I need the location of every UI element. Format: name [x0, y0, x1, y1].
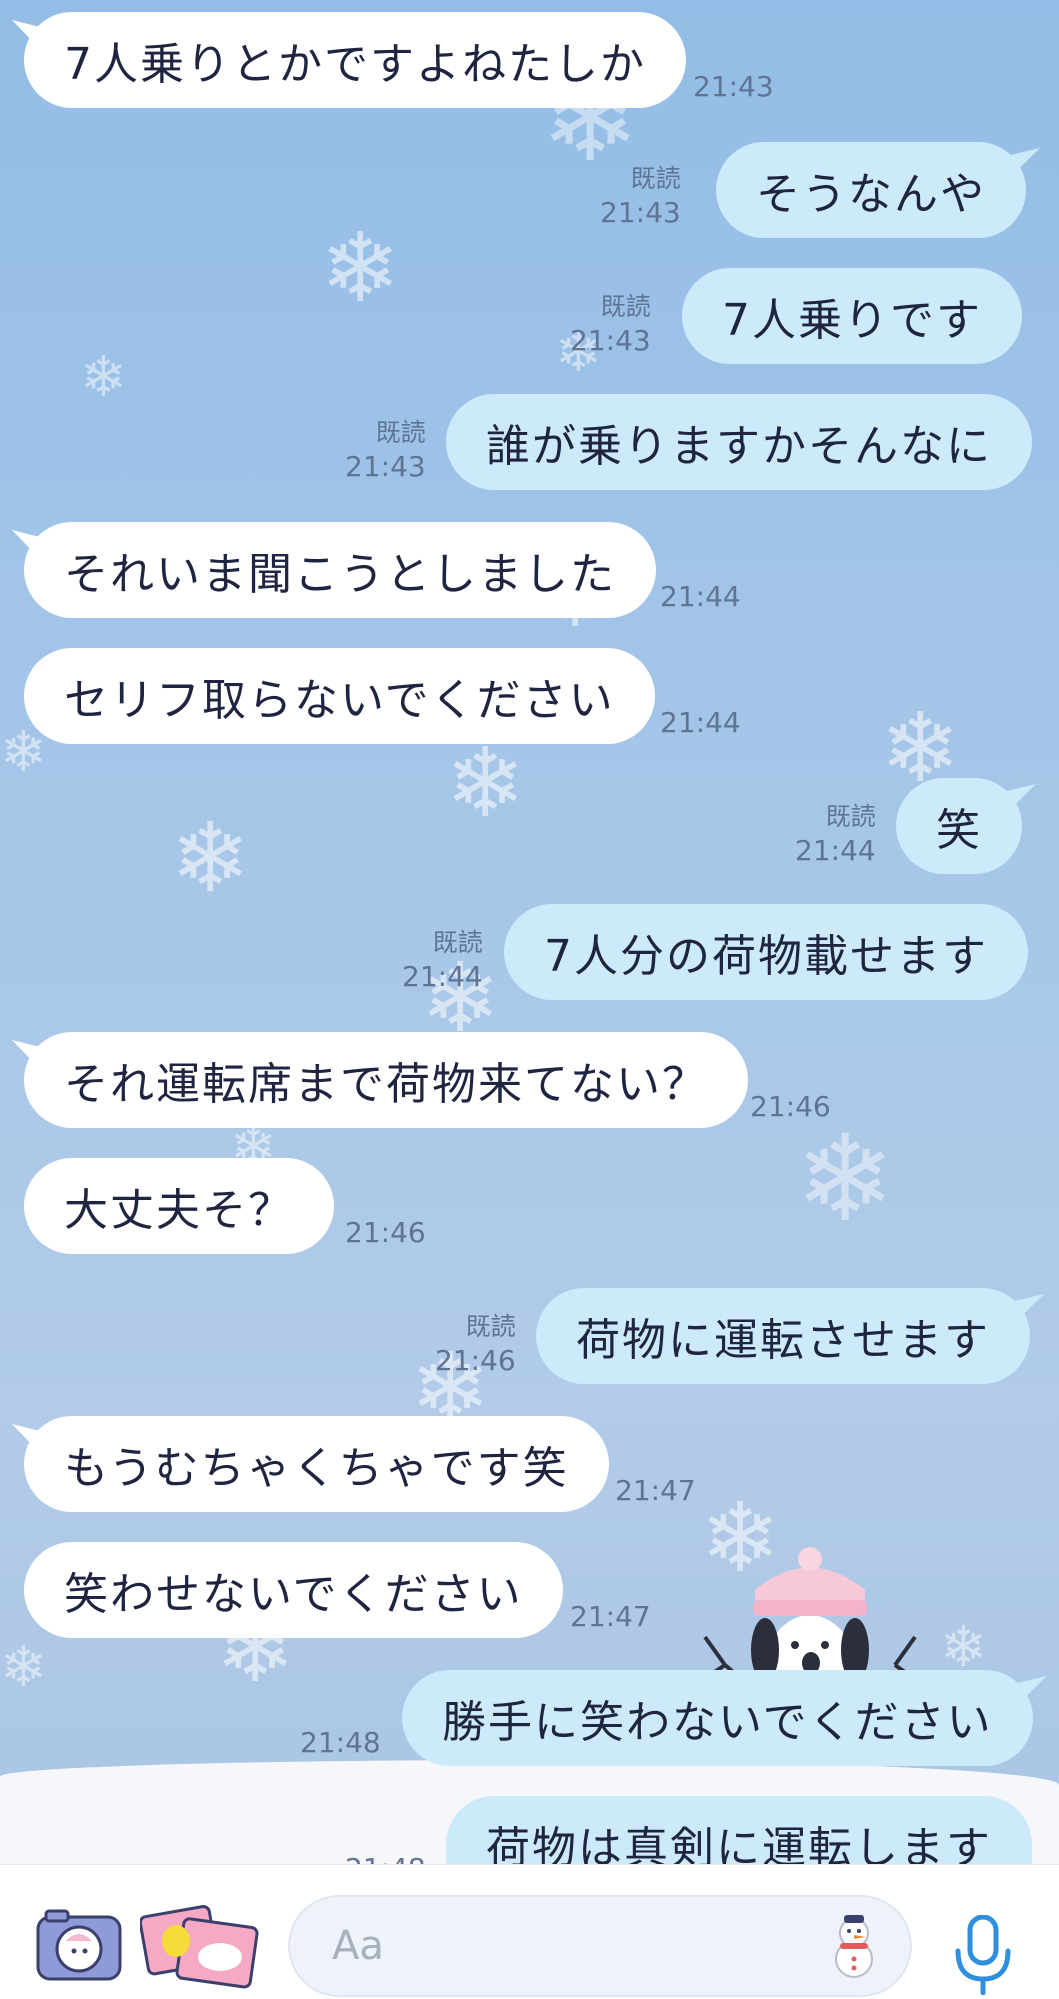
message-time: 21:43	[600, 196, 681, 229]
read-receipt: 既読	[825, 802, 876, 831]
snowflake-decoration: ❄	[170, 802, 251, 914]
message-text: 荷物に運転させます	[576, 1315, 990, 1366]
read-receipt: 既読	[600, 292, 651, 321]
snowman-emoji-icon[interactable]	[826, 1913, 882, 1979]
outgoing-message[interactable]: そうなんや	[716, 142, 1026, 238]
read-receipt: 既読	[432, 928, 483, 957]
message-meta: 21:44	[660, 580, 741, 614]
camera-icon[interactable]	[36, 1909, 122, 1981]
message-meta: 21:48	[300, 1726, 381, 1760]
snowflake-decoration: ❄	[445, 727, 526, 839]
message-text: 7人分の荷物載せます	[544, 931, 988, 982]
outgoing-message[interactable]: 誰が乗りますかそんなに	[446, 394, 1032, 490]
message-time: 21:44	[660, 706, 741, 739]
message-meta: 21:48	[345, 1852, 426, 1864]
incoming-message[interactable]: 大丈夫そ？	[24, 1158, 334, 1254]
message-time: 21:48	[345, 1852, 426, 1864]
message-meta: 21:46	[345, 1216, 426, 1250]
message-text: もうむちゃくちゃです笑	[64, 1443, 569, 1494]
snowflake-decoration: ❄	[0, 1635, 47, 1700]
outgoing-message[interactable]: 笑	[896, 778, 1022, 874]
incoming-message[interactable]: それ運転席まで荷物来てない？	[24, 1032, 748, 1128]
message-time: 21:44	[660, 580, 741, 613]
message-meta: 21:47	[615, 1474, 696, 1508]
message-text: そうなんや	[756, 169, 986, 220]
message-meta: 既読 21:44	[795, 800, 876, 868]
incoming-message[interactable]: 7人乗りとかですよねたしか	[24, 12, 686, 108]
message-time: 21:46	[435, 1344, 516, 1377]
message-text: 笑わせないでください	[64, 1569, 523, 1620]
read-receipt: 既読	[375, 418, 426, 447]
message-time: 21:47	[615, 1474, 696, 1507]
message-time: 21:44	[795, 834, 876, 867]
message-input-placeholder: Aa	[332, 1923, 384, 1969]
outgoing-message[interactable]: 荷物は真剣に運転します	[446, 1796, 1032, 1864]
message-text: 大丈夫そ？	[64, 1185, 294, 1236]
message-time: 21:44	[402, 960, 483, 993]
snowflake-decoration: ❄	[80, 345, 127, 410]
message-meta: 既読 21:43	[600, 162, 681, 230]
microphone-icon[interactable]	[952, 1915, 1014, 1995]
message-time: 21:47	[570, 1600, 651, 1633]
message-meta: 21:43	[693, 70, 774, 104]
outgoing-message[interactable]: 7人乗りです	[682, 268, 1022, 364]
message-text: セリフ取らないでください	[64, 675, 615, 726]
incoming-message[interactable]: もうむちゃくちゃです笑	[24, 1416, 609, 1512]
snowflake-decoration: ❄	[0, 720, 47, 785]
message-text: 7人乗りです	[722, 295, 982, 346]
sticker-icon[interactable]	[140, 1901, 260, 1989]
snowflake-decoration: ❄	[940, 1615, 987, 1680]
message-input[interactable]: Aa	[288, 1895, 912, 1997]
message-text: 誰が乗りますかそんなに	[486, 421, 992, 472]
read-receipt: 既読	[465, 1312, 516, 1341]
read-receipt: 既読	[630, 164, 681, 193]
message-meta: 21:47	[570, 1600, 651, 1634]
message-time: 21:43	[345, 450, 426, 483]
message-text: 勝手に笑わないでください	[442, 1697, 993, 1748]
message-text: 笑	[936, 805, 982, 856]
message-meta: 21:44	[660, 706, 741, 740]
incoming-message[interactable]: 笑わせないでください	[24, 1542, 563, 1638]
message-text: それ運転席まで荷物来てない？	[64, 1059, 708, 1110]
message-text: 7人乗りとかですよねたしか	[64, 39, 646, 90]
incoming-message[interactable]: セリフ取らないでください	[24, 648, 655, 744]
outgoing-message[interactable]: 7人分の荷物載せます	[504, 904, 1028, 1000]
message-meta: 既読 21:43	[345, 416, 426, 484]
message-time: 21:43	[570, 324, 651, 357]
message-meta: 既読 21:46	[435, 1310, 516, 1378]
message-time: 21:48	[300, 1726, 381, 1759]
message-time: 21:43	[693, 70, 774, 103]
incoming-message[interactable]: それいま聞こうとしました	[24, 522, 656, 618]
message-meta: 既読 21:43	[570, 290, 651, 358]
message-time: 21:46	[345, 1216, 426, 1249]
outgoing-message[interactable]: 荷物に運転させます	[536, 1288, 1030, 1384]
message-text: 荷物は真剣に運転します	[486, 1823, 992, 1864]
outgoing-message[interactable]: 勝手に笑わないでください	[402, 1670, 1033, 1766]
snowflake-decoration: ❄	[795, 1110, 896, 1249]
message-text: それいま聞こうとしました	[64, 549, 616, 600]
message-composer-bar: Aa	[0, 1864, 1059, 1999]
snowflake-decoration: ❄	[320, 212, 401, 324]
message-time: 21:46	[750, 1090, 831, 1123]
message-meta: 既読 21:44	[402, 926, 483, 994]
message-meta: 21:46	[750, 1090, 831, 1124]
